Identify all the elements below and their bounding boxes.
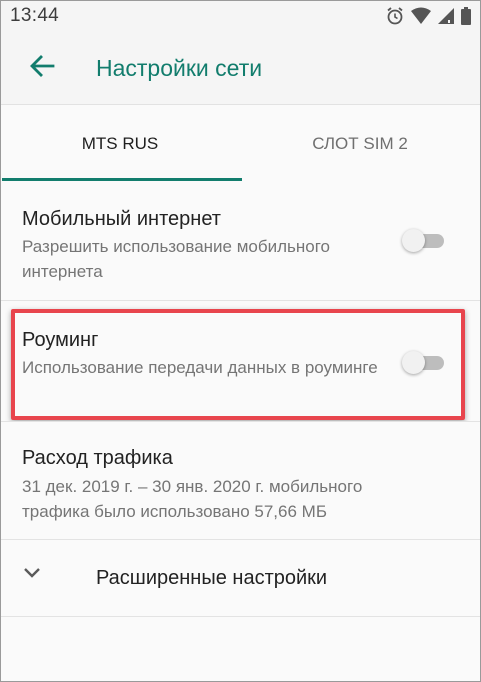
roaming-title: Роуминг [22, 329, 99, 351]
roaming-row[interactable]: Роуминг Использование передачи данных в … [0, 301, 481, 421]
mobile-internet-subtitle: Разрешить использование мобильного интер… [22, 237, 330, 281]
back-button[interactable] [12, 40, 72, 96]
signal-icon [437, 7, 455, 25]
mobile-internet-title: Мобильный интернет [22, 208, 221, 230]
tab-sim-slot-2[interactable]: СЛОТ SIM 2 [240, 106, 480, 181]
mobile-internet-row[interactable]: Мобильный интернет Разрешить использован… [0, 182, 481, 300]
traffic-usage-title: Расход трафика [22, 447, 173, 469]
status-bar: 13:44 [0, 0, 481, 32]
tab-label: СЛОТ SIM 2 [312, 133, 408, 153]
arrow-left-icon [29, 54, 55, 82]
wifi-icon [411, 7, 431, 25]
tab-indicator [2, 178, 242, 181]
mobile-internet-switch[interactable] [402, 226, 446, 254]
divider [0, 616, 481, 617]
alarm-icon [385, 6, 405, 26]
status-icons [385, 0, 471, 32]
switch-thumb [402, 351, 425, 374]
tab-mts-rus[interactable]: MTS RUS [0, 106, 242, 181]
advanced-settings-row[interactable]: Расширенные настройки [0, 540, 481, 616]
app-bar: Настройки сети [0, 32, 481, 105]
page-title: Настройки сети [96, 54, 263, 81]
switch-thumb [402, 229, 425, 252]
battery-icon [461, 7, 471, 25]
traffic-usage-row[interactable]: Расход трафика 31 дек. 2019 г. – 30 янв.… [0, 422, 481, 539]
chevron-down-icon [22, 566, 42, 585]
status-time: 13:44 [10, 5, 60, 26]
advanced-settings-label: Расширенные настройки [96, 567, 328, 589]
traffic-usage-subtitle: 31 дек. 2019 г. – 30 янв. 2020 г. мобиль… [22, 477, 363, 521]
roaming-switch[interactable] [402, 348, 446, 376]
sim-tabs: MTS RUS СЛОТ SIM 2 [0, 106, 481, 181]
roaming-subtitle: Использование передачи данных в роуминге [22, 358, 378, 377]
tab-label: MTS RUS [81, 133, 159, 153]
